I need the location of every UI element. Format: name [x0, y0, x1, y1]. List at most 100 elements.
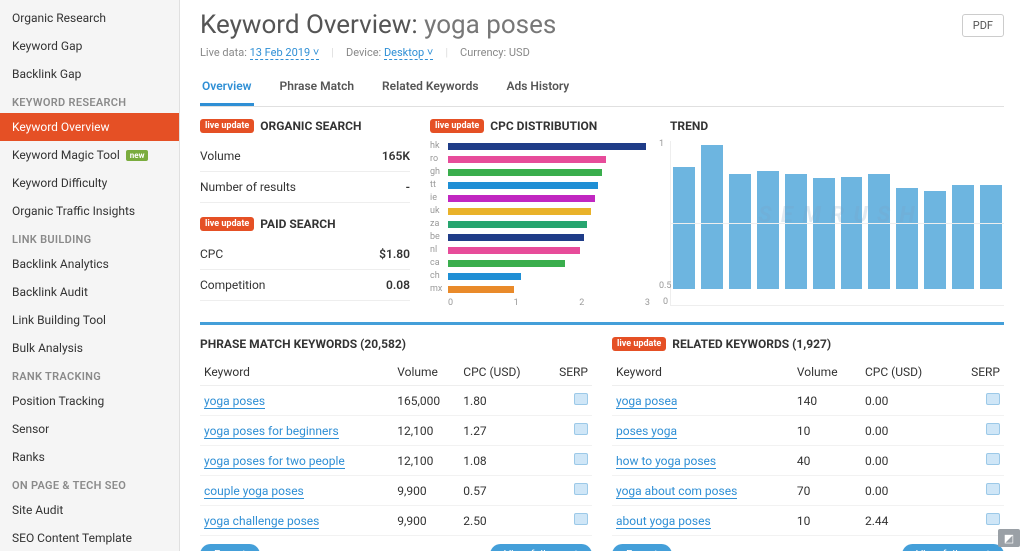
device-link[interactable]: Desktop ˅	[384, 46, 433, 60]
related-keywords-panel: live updateRELATED KEYWORDS (1,927) Keyw…	[612, 337, 1004, 551]
view-full-report-button[interactable]: View full report	[902, 544, 1004, 551]
page-title: Keyword Overview: yoga poses	[200, 10, 556, 40]
serp-icon[interactable]	[574, 393, 588, 405]
serp-icon[interactable]	[574, 483, 588, 495]
sidebar-item[interactable]: Keyword Gap	[0, 32, 179, 60]
sidebar-group-title: RANK TRACKING	[0, 362, 179, 387]
device-label: Device: Desktop ˅	[346, 46, 433, 59]
cpc-distribution-panel: live updateCPC DISTRIBUTION hkroghttieuk…	[430, 119, 650, 308]
sidebar-item[interactable]: Link Building Tool	[0, 306, 179, 334]
keyword-link[interactable]: yoga about com poses	[616, 484, 737, 499]
live-date-link[interactable]: 13 Feb 2019 ˅	[250, 46, 320, 60]
keyword-link[interactable]: how to yoga poses	[616, 454, 716, 469]
serp-icon[interactable]	[986, 393, 1000, 405]
phrase-table: KeywordVolumeCPC (USD)SERPyoga poses165,…	[200, 359, 592, 536]
table-row: yoga posea1400.00	[612, 386, 1004, 416]
trend-bar	[757, 171, 779, 289]
cpc-bar-row: hk	[430, 141, 650, 151]
metric-cpc[interactable]: CPC$1.80	[200, 239, 410, 270]
metric-results[interactable]: Number of results-	[200, 172, 410, 203]
pdf-button[interactable]: PDF	[962, 14, 1004, 37]
trend-bar	[729, 174, 751, 289]
sidebar-item[interactable]: Ranks	[0, 443, 179, 471]
serp-icon[interactable]	[986, 513, 1000, 525]
live-badge: live update	[430, 119, 484, 133]
cpc-bar-row: ch	[430, 271, 650, 281]
cpc-bar-row: mx	[430, 284, 650, 294]
organic-paid-panel: live updateORGANIC SEARCH Volume165K Num…	[200, 119, 410, 308]
new-badge: new	[126, 150, 149, 161]
sidebar-item[interactable]: Backlink Analytics	[0, 250, 179, 278]
serp-icon[interactable]	[986, 453, 1000, 465]
tab[interactable]: Overview	[200, 73, 254, 106]
main: Keyword Overview: yoga poses PDF Live da…	[180, 0, 1024, 551]
tab[interactable]: Phrase Match	[278, 73, 357, 106]
trend-bar	[952, 185, 974, 289]
cpc-bar-row: gh	[430, 167, 650, 177]
table-row: yoga poses for two people12,1001.08	[200, 446, 592, 476]
table-row: how to yoga poses400.00	[612, 446, 1004, 476]
sidebar-item[interactable]: Keyword Overview	[0, 113, 179, 141]
cpc-bar-row: ca	[430, 258, 650, 268]
serp-icon[interactable]	[986, 483, 1000, 495]
sidebar-group-title: ON PAGE & TECH SEO	[0, 471, 179, 496]
export-button[interactable]: Export	[612, 544, 672, 551]
tab[interactable]: Ads History	[505, 73, 572, 106]
tab[interactable]: Related Keywords	[380, 73, 480, 106]
table-row: poses yoga100.00	[612, 416, 1004, 446]
trend-bar	[868, 174, 890, 289]
sidebar-group-title: LINK BUILDING	[0, 225, 179, 250]
watermark: S E M R U S H	[671, 203, 1004, 228]
metric-competition[interactable]: Competition0.08	[200, 270, 410, 301]
sidebar-item[interactable]: Organic Research	[0, 4, 179, 32]
keyword-link[interactable]: about yoga poses	[616, 514, 711, 529]
trend-bar	[980, 185, 1002, 289]
sidebar-item[interactable]: Position Tracking	[0, 387, 179, 415]
serp-icon[interactable]	[986, 423, 1000, 435]
trend-bar	[813, 178, 835, 289]
keyword-link[interactable]: yoga challenge poses	[204, 514, 319, 529]
table-row: yoga poses165,0001.80	[200, 386, 592, 416]
sidebar: Organic ResearchKeyword GapBacklink Gap …	[0, 0, 180, 551]
phrase-match-panel: PHRASE MATCH KEYWORDS (20,582) KeywordVo…	[200, 337, 592, 551]
sidebar-item[interactable]: Organic Traffic Insights	[0, 197, 179, 225]
sidebar-item[interactable]: Keyword Magic Toolnew	[0, 141, 179, 169]
export-button[interactable]: Export	[200, 544, 260, 551]
table-row: about yoga poses102.44	[612, 506, 1004, 536]
table-row: yoga challenge poses9,9002.50	[200, 506, 592, 536]
sidebar-item[interactable]: SEO Content Template	[0, 524, 179, 551]
divider	[200, 322, 1004, 325]
cpc-bar-row: tt	[430, 180, 650, 190]
tabs: Overview Phrase Match Related Keywords Ads …	[200, 73, 1004, 107]
keyword-link[interactable]: couple yoga poses	[204, 484, 304, 499]
sidebar-item[interactable]: Sensor	[0, 415, 179, 443]
keyword-link[interactable]: yoga poses for two people	[204, 454, 345, 469]
table-row: yoga about com poses700.00	[612, 476, 1004, 506]
sidebar-item[interactable]: Backlink Audit	[0, 278, 179, 306]
currency-label: Currency: USD	[460, 46, 530, 59]
live-badge: live update	[200, 119, 254, 133]
trend-bar	[841, 177, 863, 289]
cpc-bar-row: ie	[430, 193, 650, 203]
sidebar-item[interactable]: Backlink Gap	[0, 60, 179, 88]
keyword-link[interactable]: yoga poses	[204, 394, 265, 409]
metric-volume[interactable]: Volume165K	[200, 141, 410, 172]
keyword-link[interactable]: yoga poses for beginners	[204, 424, 339, 439]
keyword-link[interactable]: yoga posea	[616, 394, 677, 409]
table-row: couple yoga poses9,9000.57	[200, 476, 592, 506]
trend-chart: 10.5 0 S E M R U S H	[670, 141, 1004, 306]
serp-icon[interactable]	[574, 513, 588, 525]
live-data-label: Live data: 13 Feb 2019 ˅	[200, 46, 319, 59]
live-badge: live update	[200, 217, 254, 231]
related-table: KeywordVolumeCPC (USD)SERPyoga posea1400…	[612, 359, 1004, 536]
keyword-link[interactable]: poses yoga	[616, 424, 677, 439]
serp-icon[interactable]	[574, 423, 588, 435]
sidebar-item[interactable]: Bulk Analysis	[0, 334, 179, 362]
serp-icon[interactable]	[574, 453, 588, 465]
sidebar-item[interactable]: Site Audit	[0, 496, 179, 524]
view-full-report-button[interactable]: View full report	[490, 544, 592, 551]
feedback-icon[interactable]: ◩	[998, 529, 1020, 547]
cpc-bar-row: za	[430, 219, 650, 229]
table-row: yoga poses for beginners12,1001.27	[200, 416, 592, 446]
sidebar-item[interactable]: Keyword Difficulty	[0, 169, 179, 197]
